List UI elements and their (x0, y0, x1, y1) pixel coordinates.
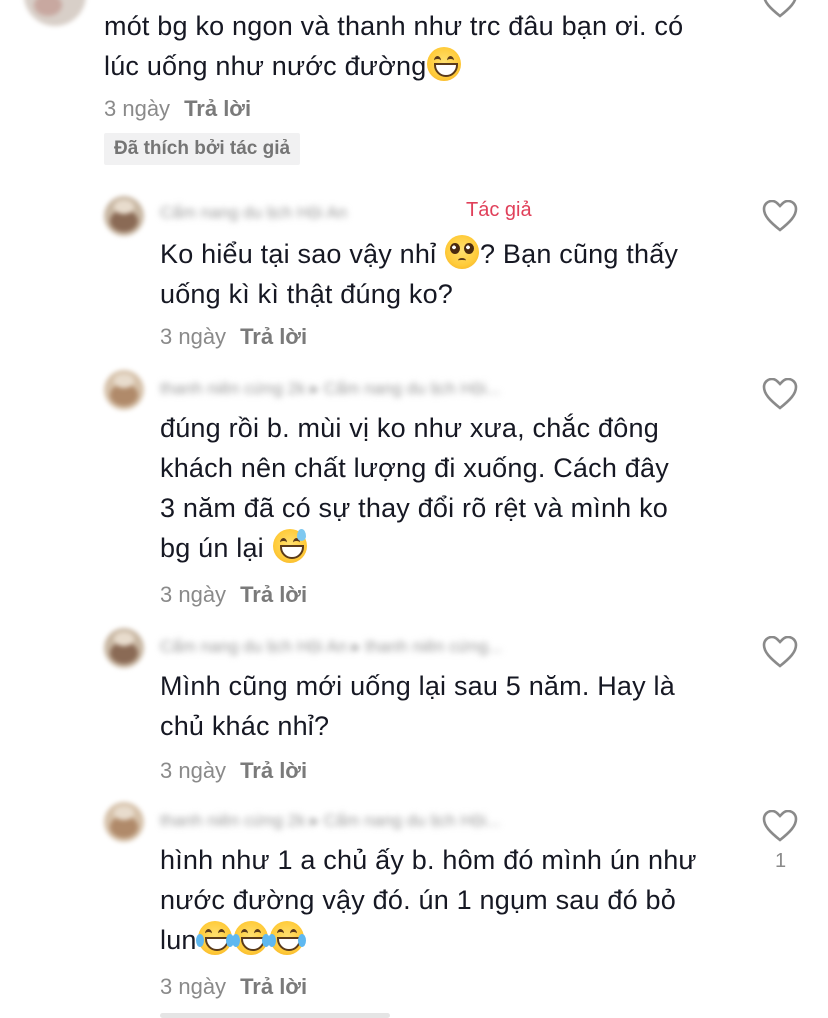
joy-face-icon (267, 921, 306, 955)
comment-text-line: ? Bạn cũng thấy (479, 239, 679, 269)
comment-text-line: Ko hiểu tại sao vậy nhỉ (160, 239, 444, 269)
like-count: 1 (775, 850, 787, 872)
bottom-divider (160, 1013, 390, 1018)
like-heart-icon[interactable] (762, 0, 798, 18)
comment-meta: 3 ngày Trả lời (160, 974, 307, 1000)
comment-meta: 3 ngày Trả lời (160, 582, 307, 608)
comment-text-line: 3 năm đã có sự thay đổi rõ rệt và mình k… (160, 493, 669, 523)
avatar[interactable] (104, 628, 144, 668)
like-heart-icon[interactable] (762, 378, 798, 410)
comment-text: Ko hiểu tại sao vậy nhỉ ? Bạn cũng thấy … (160, 234, 678, 314)
sweat-smile-icon (272, 529, 307, 563)
comment-text-line: uống kì kì thật đúng ko? (160, 279, 454, 309)
avatar[interactable] (104, 802, 144, 842)
comment-meta: 3 ngày Trả lời (160, 758, 307, 784)
reply-button[interactable]: Trả lời (240, 758, 307, 783)
comment-text-line: mót bg ko ngon và thanh như trc đâu bạn … (104, 11, 684, 41)
comment-text: Mình cũng mới uống lại sau 5 năm. Hay là… (160, 666, 675, 746)
comment-text: mót bg ko ngon và thanh như trc đâu bạn … (104, 6, 683, 86)
comment-time: 3 ngày (160, 582, 227, 607)
like-heart-icon[interactable] (762, 810, 798, 842)
avatar[interactable] (104, 196, 144, 236)
grinning-face-icon (427, 47, 462, 81)
pleading-face-icon (444, 235, 479, 269)
comment-text-line: bg ún lại (160, 533, 272, 563)
like-heart-icon[interactable] (762, 200, 798, 232)
comment-time: 3 ngày (160, 758, 227, 783)
reply-button[interactable]: Trả lời (240, 582, 307, 607)
comment-time: 3 ngày (104, 96, 171, 121)
comment-time: 3 ngày (160, 324, 227, 349)
comment-text-line: đúng rồi b. mùi vị ko như xưa, chắc đông (160, 413, 659, 443)
commenter-name[interactable]: thanh niên cứng 2k ▸ Cẩm nang du lịch Hộ… (160, 811, 500, 830)
avatar[interactable] (24, 0, 86, 26)
comment-text-line: nước đường vậy đó. ún 1 ngụm sau đó bỏ (160, 885, 676, 915)
comment-text-line: hình như 1 a chủ ấy b. hôm đó mình ún nh… (160, 845, 697, 875)
liked-by-author-badge: Đã thích bởi tác giả (104, 133, 301, 165)
joy-face-icon (231, 921, 270, 955)
comment-meta: 3 ngày Trả lời (104, 96, 251, 122)
avatar[interactable] (104, 370, 144, 410)
comment-text-line: khách nên chất lượng đi xuống. Cách đây (160, 453, 669, 483)
like-heart-icon[interactable] (762, 636, 798, 668)
comment-text-line: chủ khác nhỉ? (160, 711, 330, 741)
commenter-name[interactable]: Cẩm nang du lịch Hội An ▸ thanh niên cứn… (160, 637, 502, 656)
comment-text-line: lúc uống như nước đường (104, 51, 427, 81)
joy-face-icon (195, 921, 234, 955)
comment-text-line: lun (160, 925, 197, 955)
comment-text-line: Mình cũng mới uống lại sau 5 năm. Hay là (160, 671, 675, 701)
comment-text: đúng rồi b. mùi vị ko như xưa, chắc đông… (160, 408, 669, 568)
commenter-name[interactable]: Cẩm nang du lịch Hội An (160, 203, 347, 222)
reply-button[interactable]: Trả lời (240, 974, 307, 999)
reply-button[interactable]: Trả lời (184, 96, 251, 121)
comment-text: hình như 1 a chủ ấy b. hôm đó mình ún nh… (160, 840, 697, 960)
author-tag: Tác giả (466, 199, 532, 221)
reply-button[interactable]: Trả lời (240, 324, 307, 349)
comment-meta: 3 ngày Trả lời (160, 324, 307, 350)
commenter-name[interactable]: thanh niên cứng 2k ▸ Cẩm nang du lịch Hộ… (160, 379, 500, 398)
comment-time: 3 ngày (160, 974, 227, 999)
